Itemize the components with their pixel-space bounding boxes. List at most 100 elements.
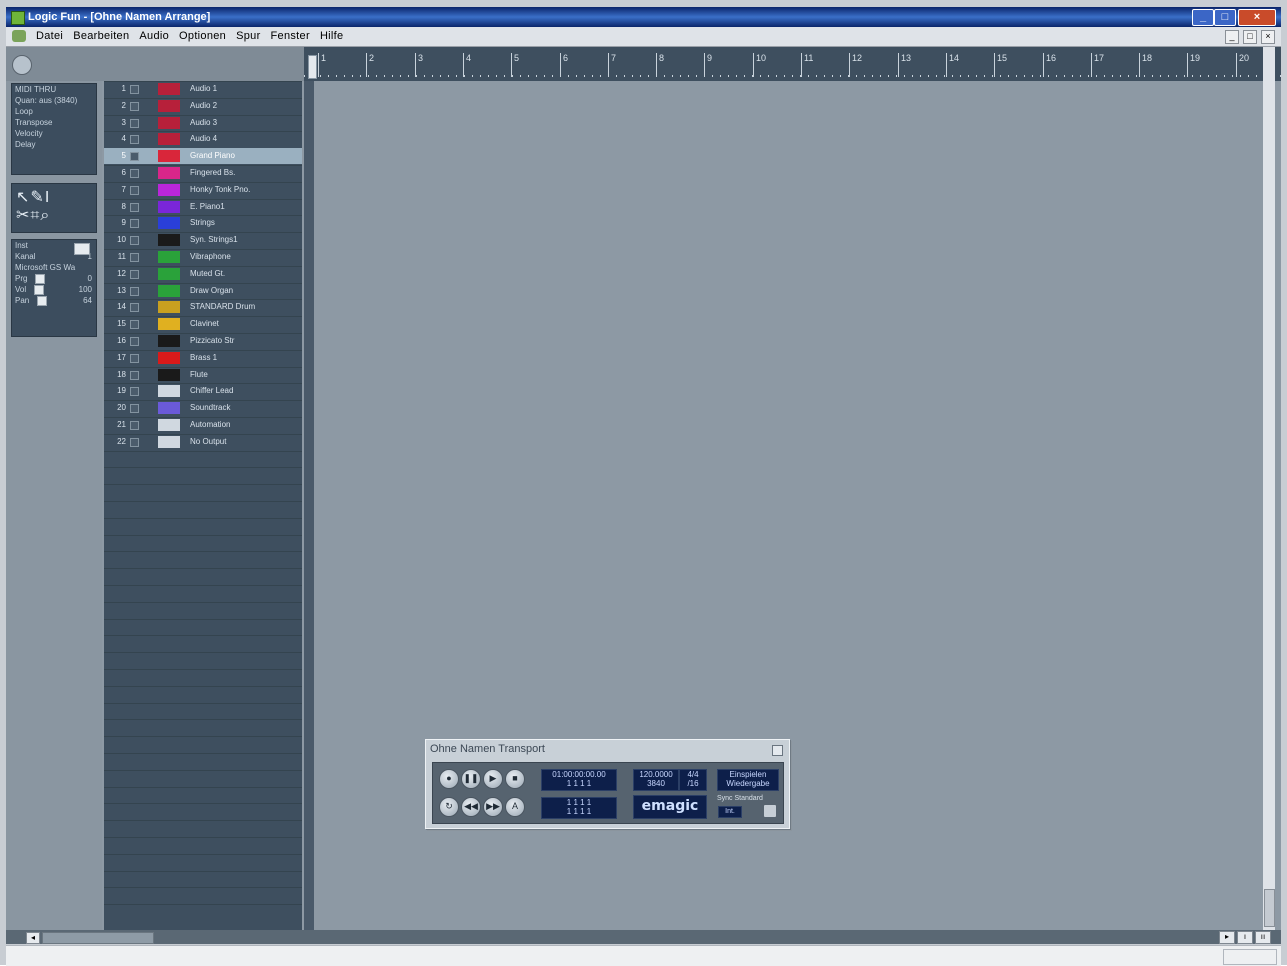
mode-display[interactable]: Einspielen Wiedergabe: [717, 769, 779, 791]
bass-icon[interactable]: [158, 167, 180, 179]
close-button[interactable]: ×: [1238, 9, 1276, 26]
menu-datei[interactable]: Datei: [36, 30, 63, 42]
track-row[interactable]: 7 Honky Tonk Pno.: [104, 182, 302, 198]
track-name[interactable]: Flute: [190, 370, 208, 379]
track-mute-toggle[interactable]: [130, 152, 139, 161]
track-mute-toggle[interactable]: [130, 186, 139, 195]
rewind-button[interactable]: ◀◀: [461, 797, 481, 817]
region-row[interactable]: Transpose: [12, 117, 96, 128]
track-mute-toggle[interactable]: [130, 320, 139, 329]
track-row[interactable]: 5 Grand Piano: [104, 148, 302, 164]
track-name[interactable]: Honky Tonk Pno.: [190, 185, 250, 194]
horizontal-scroll-thumb[interactable]: [42, 932, 154, 944]
tool-icons[interactable]: ↖✎I ✂⌗⌕: [16, 189, 90, 227]
track-name[interactable]: Chiffer Lead: [190, 386, 233, 395]
scroll-left-button[interactable]: ◂: [26, 932, 40, 944]
track-name[interactable]: STANDARD Drum: [190, 302, 255, 311]
track-mute-toggle[interactable]: [130, 371, 139, 380]
pan-checkbox[interactable]: [37, 295, 48, 306]
track-name[interactable]: Audio 2: [190, 101, 217, 110]
audio-icon[interactable]: [158, 117, 180, 129]
region-parameter-box[interactable]: MIDI THRU Quan: aus (3840) Loop Transpos…: [11, 83, 97, 175]
track-row[interactable]: 12 Muted Gt.: [104, 266, 302, 282]
cycle-button[interactable]: ↻: [439, 797, 459, 817]
track-name[interactable]: Clavinet: [190, 319, 219, 328]
fast-forward-button[interactable]: ▶▶: [483, 797, 503, 817]
glue-tool-icon[interactable]: ⌗: [30, 207, 40, 224]
track-name[interactable]: Draw Organ: [190, 286, 233, 295]
inst-row[interactable]: Pan 64: [12, 295, 96, 306]
organ-icon[interactable]: [158, 285, 180, 297]
track-row[interactable]: 15 Clavinet: [104, 316, 302, 332]
guitar-icon[interactable]: [158, 268, 180, 280]
track-name[interactable]: Muted Gt.: [190, 269, 225, 278]
maximize-button[interactable]: □: [1214, 9, 1236, 26]
track-mute-toggle[interactable]: [130, 219, 139, 228]
track-mute-toggle[interactable]: [130, 236, 139, 245]
track-name[interactable]: Syn. Strings1: [190, 235, 238, 244]
epiano-icon[interactable]: [158, 201, 180, 213]
menu-audio[interactable]: Audio: [139, 30, 169, 42]
audio-icon[interactable]: [158, 133, 180, 145]
region-row[interactable]: Velocity: [12, 128, 96, 139]
track-mute-toggle[interactable]: [130, 203, 139, 212]
automation-icon[interactable]: [158, 419, 180, 431]
menu-optionen[interactable]: Optionen: [179, 30, 226, 42]
track-mute-toggle[interactable]: [130, 337, 139, 346]
track-mute-toggle[interactable]: [130, 85, 139, 94]
track-row[interactable]: 17 Brass 1: [104, 350, 302, 366]
zoom-tool-icon[interactable]: ⌕: [40, 207, 50, 224]
track-row[interactable]: 11 Vibraphone: [104, 249, 302, 265]
track-mute-toggle[interactable]: [130, 253, 139, 262]
lead-icon[interactable]: [158, 385, 180, 397]
track-row[interactable]: 18 Flute: [104, 367, 302, 383]
transport-options-button[interactable]: [763, 804, 777, 818]
inst-row[interactable]: Prg 0: [12, 273, 96, 284]
track-row[interactable]: 10 Syn. Strings1: [104, 232, 302, 248]
region-row[interactable]: Loop: [12, 106, 96, 117]
track-row[interactable]: 9 Strings: [104, 215, 302, 231]
autodrop-button[interactable]: A: [505, 797, 525, 817]
track-mute-toggle[interactable]: [130, 438, 139, 447]
flute-icon[interactable]: [158, 369, 180, 381]
track-mute-toggle[interactable]: [130, 169, 139, 178]
vertical-scroll-thumb[interactable]: [1264, 889, 1275, 927]
vibraphone-icon[interactable]: [158, 251, 180, 263]
bar-ruler[interactable]: 1 2 3 4 5 6 7 8 9 10 11 12 13 14 15 16 17 18 19 20: [304, 47, 1281, 82]
track-mute-toggle[interactable]: [130, 404, 139, 413]
track-name[interactable]: E. Piano1: [190, 202, 225, 211]
inst-value[interactable]: 64: [83, 295, 96, 306]
track-mute-toggle[interactable]: [130, 270, 139, 279]
globe-icon[interactable]: [12, 55, 32, 75]
text-tool-icon[interactable]: I: [45, 189, 50, 206]
track-mute-toggle[interactable]: [130, 354, 139, 363]
clavinet-icon[interactable]: [158, 318, 180, 330]
menu-spur[interactable]: Spur: [236, 30, 260, 42]
menu-bearbeiten[interactable]: Bearbeiten: [73, 30, 129, 42]
tempo-display[interactable]: 120.0000 3840: [633, 769, 679, 791]
document-icon[interactable]: [12, 30, 26, 42]
play-button[interactable]: ▶: [483, 769, 503, 789]
track-row[interactable]: 16 Pizzicato Str: [104, 333, 302, 349]
signature-display[interactable]: 4/4 /16: [679, 769, 707, 791]
track-mute-toggle[interactable]: [130, 102, 139, 111]
drum-icon[interactable]: [158, 301, 180, 313]
song-position-line[interactable]: [308, 55, 317, 79]
mdi-close-button[interactable]: ×: [1261, 30, 1275, 44]
transport-close-button[interactable]: [772, 745, 783, 756]
track-name[interactable]: Fingered Bs.: [190, 168, 235, 177]
track-row[interactable]: 20 Soundtrack: [104, 400, 302, 416]
track-row[interactable]: 19 Chiffer Lead: [104, 383, 302, 399]
region-row[interactable]: MIDI THRU: [12, 84, 96, 95]
audio-icon[interactable]: [158, 100, 180, 112]
pointer-tool-icon[interactable]: ↖: [16, 189, 30, 206]
sync-button[interactable]: Int.: [718, 806, 742, 818]
pencil-tool-icon[interactable]: ✎: [30, 189, 44, 206]
honky-tonk-icon[interactable]: [158, 184, 180, 196]
track-name[interactable]: Strings: [190, 218, 215, 227]
track-mute-toggle[interactable]: [130, 119, 139, 128]
menu-hilfe[interactable]: Hilfe: [320, 30, 344, 42]
no-output-icon[interactable]: [158, 436, 180, 448]
track-name[interactable]: Automation: [190, 420, 230, 429]
volume-checkbox[interactable]: [34, 284, 45, 295]
